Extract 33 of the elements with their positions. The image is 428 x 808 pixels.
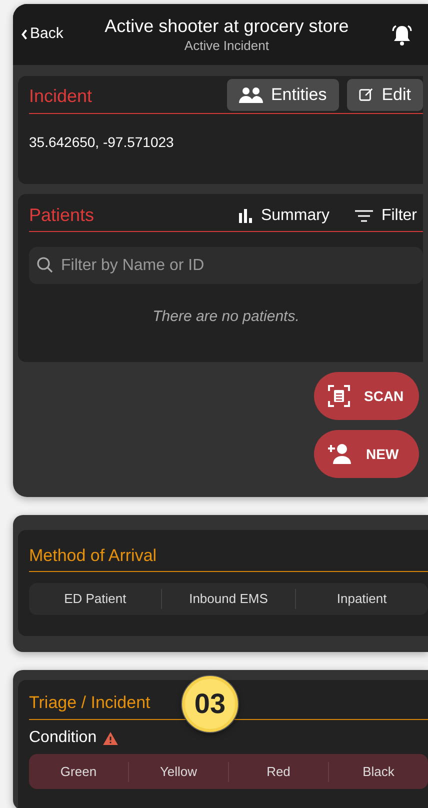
- add-person-icon: [328, 444, 352, 464]
- coordinates-text: 35.642650, -97.571023: [29, 133, 175, 152]
- people-icon: [238, 86, 263, 102]
- section-title: Patients: [29, 204, 96, 227]
- edit-button[interactable]: Edit: [346, 78, 423, 110]
- warning-icon: [102, 732, 118, 744]
- screen-subtitle: Active Incident: [184, 38, 269, 54]
- field-label: Condition: [29, 728, 97, 748]
- segment-option[interactable]: Yellow: [129, 754, 228, 789]
- alarm-bell-icon[interactable]: [390, 22, 414, 46]
- empty-state-text: There are no patients.: [152, 307, 300, 327]
- search-field[interactable]: Filter by Name or ID: [29, 247, 423, 284]
- section-title: Incident: [29, 85, 94, 108]
- scan-icon: [328, 385, 350, 407]
- screen-title: Active shooter at grocery store: [104, 15, 349, 38]
- filter-button[interactable]: Filter: [355, 204, 417, 228]
- scan-button[interactable]: SCAN: [314, 372, 419, 420]
- segment-option[interactable]: Red: [229, 754, 328, 789]
- segment-option[interactable]: Black: [329, 754, 428, 789]
- summary-button[interactable]: Summary: [238, 204, 330, 228]
- filter-lines-icon: [355, 210, 374, 222]
- segment-option[interactable]: Inbound EMS: [162, 583, 295, 615]
- bar-chart-icon: [238, 208, 253, 222]
- back-chevron-icon: [21, 29, 28, 40]
- segment-option[interactable]: ED Patient: [29, 583, 162, 615]
- segment-option[interactable]: Green: [29, 754, 128, 789]
- entities-button[interactable]: Entities: [226, 78, 339, 110]
- segment-option[interactable]: Inpatient: [296, 583, 428, 615]
- section-title: Method of Arrival: [29, 544, 157, 567]
- section-title: Triage / Incident: [29, 692, 150, 714]
- new-button[interactable]: NEW: [314, 430, 419, 478]
- edit-icon: [358, 87, 374, 102]
- back-button[interactable]: Back: [21, 23, 64, 46]
